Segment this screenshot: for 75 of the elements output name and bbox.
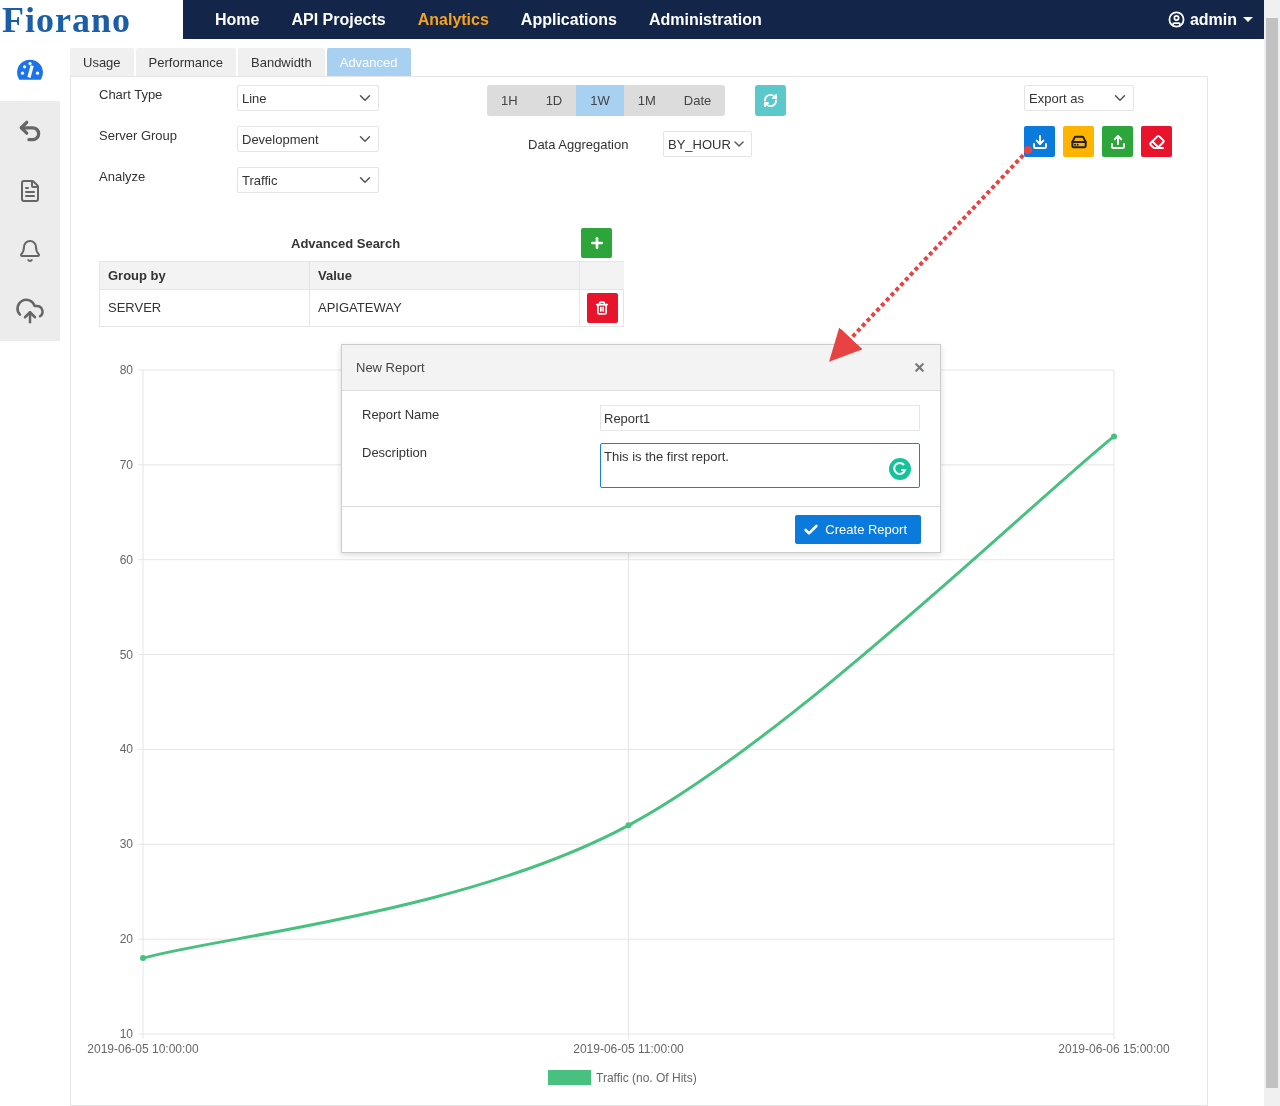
logo: Fiorano (0, 0, 183, 39)
nav-link[interactable]: API Projects (291, 10, 386, 29)
dropdown[interactable]: BY_HOUR (663, 131, 752, 157)
delete-button[interactable] (586, 293, 618, 323)
field-label: Data Aggregation (528, 136, 630, 152)
scrollbar[interactable] (1264, 0, 1280, 1106)
action-button[interactable] (1141, 126, 1172, 157)
drive-icon (1070, 133, 1087, 150)
nav-link[interactable]: Analytics (417, 10, 489, 29)
field-label: Chart Type (99, 86, 164, 102)
nav-link[interactable]: Home (215, 10, 260, 29)
column-header: Group by (100, 262, 310, 289)
create-report-button[interactable]: Create Report (795, 515, 921, 544)
y-tick-label: 10 (119, 1027, 133, 1041)
user-icon (1167, 11, 1185, 28)
time-range-button[interactable]: Date (669, 85, 726, 116)
action-button[interactable] (1063, 126, 1094, 157)
header-cell (580, 262, 624, 289)
caret-icon (1242, 15, 1254, 24)
y-tick-label: 40 (119, 742, 133, 757)
add-button[interactable] (581, 228, 612, 258)
gauge-icon (16, 59, 44, 81)
export-dropdown[interactable]: Export as (1024, 85, 1134, 111)
download-icon (1031, 133, 1048, 150)
tab[interactable]: Performance (135, 48, 236, 76)
time-range-button[interactable]: 1H (487, 85, 532, 116)
tab[interactable]: Usage (70, 48, 134, 76)
refresh-icon (763, 93, 779, 108)
dropdown[interactable]: Traffic (237, 167, 379, 193)
data-point (140, 955, 146, 962)
sidebar-item[interactable] (0, 281, 60, 341)
y-tick-label: 70 (119, 457, 133, 472)
tab[interactable]: Bandwidth (238, 48, 325, 76)
trash-icon (595, 301, 609, 315)
dropdown[interactable]: Line (237, 85, 379, 111)
y-tick-label: 60 (119, 552, 133, 567)
grammar-icon (889, 458, 911, 480)
action-button[interactable] (1024, 126, 1055, 157)
nav-link[interactable]: Administration (648, 10, 762, 29)
legend-label: Traffic (no. Of Hits) (596, 1071, 697, 1085)
x-tick-label: 2019-06-06 15:00:00 (1058, 1042, 1170, 1056)
bell-icon (18, 239, 42, 263)
table-cell: SERVER (100, 289, 310, 326)
field-label: Report Name (362, 406, 441, 424)
data-point (1111, 433, 1117, 440)
section-title: Advanced Search (291, 235, 402, 251)
field-label: Description (362, 444, 429, 462)
field-label: Server Group (99, 127, 179, 143)
x-tick-label: 2019-06-05 11:00:00 (573, 1042, 684, 1056)
time-range-button[interactable]: 1D (531, 85, 577, 116)
y-tick-label: 80 (119, 363, 133, 377)
y-tick-label: 30 (119, 837, 133, 852)
document-icon (18, 179, 42, 203)
close-icon[interactable] (913, 361, 926, 374)
dropdown[interactable]: Development (237, 126, 379, 152)
y-tick-label: 20 (119, 932, 133, 947)
user-menu[interactable]: admin (1167, 10, 1254, 29)
nav-link[interactable]: Applications (520, 10, 617, 29)
column-header: Value (310, 262, 580, 289)
sidebar-item[interactable] (0, 101, 60, 161)
eraser-icon (1148, 133, 1165, 150)
time-range-button[interactable]: 1W (576, 85, 624, 116)
x-tick-label: 2019-06-05 10:00:00 (87, 1042, 199, 1056)
y-tick-label: 50 (119, 647, 133, 662)
dialog-title: New Report (356, 360, 425, 375)
time-range-button[interactable]: 1M (623, 85, 670, 116)
description-field[interactable]: This is the first report. (600, 443, 920, 488)
cloud-upload-icon (15, 296, 45, 326)
table-cell: APIGATEWAY (310, 289, 580, 326)
report-name-field[interactable]: Report1 (600, 405, 920, 431)
reply-icon (17, 118, 43, 144)
field-label: Analyze (99, 168, 147, 184)
data-point (625, 822, 632, 829)
upload-icon (1109, 133, 1126, 150)
plus-icon (588, 235, 605, 251)
